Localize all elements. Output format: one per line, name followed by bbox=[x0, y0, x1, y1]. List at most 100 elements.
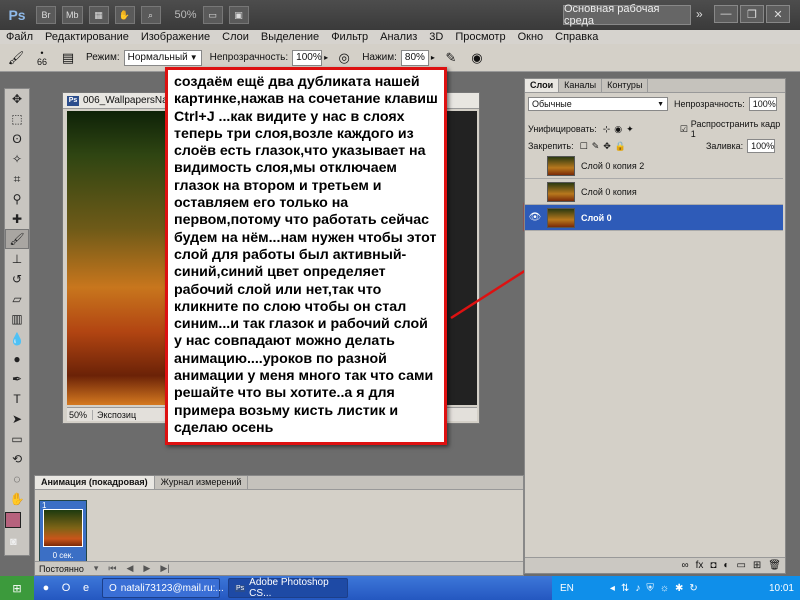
firefox-icon[interactable]: ● bbox=[38, 580, 54, 596]
quick-mask-icon[interactable]: ◙ bbox=[10, 536, 17, 548]
3d-camera-tool-icon[interactable]: ◌ bbox=[5, 469, 29, 489]
layer-row[interactable]: Слой 0 копия bbox=[525, 179, 783, 205]
lock-position-icon[interactable]: ✥ bbox=[603, 141, 611, 152]
foreground-color-swatch[interactable] bbox=[5, 512, 21, 528]
play-icon[interactable]: ▶ bbox=[143, 563, 150, 574]
minimize-button[interactable]: — bbox=[714, 5, 738, 23]
tab-channels[interactable]: Каналы bbox=[559, 79, 603, 92]
new-layer-icon[interactable]: ⊞ bbox=[753, 560, 761, 571]
animation-frame[interactable]: 1 0 сек. bbox=[39, 500, 87, 562]
unify-style-icon[interactable]: ✦ bbox=[626, 124, 634, 135]
adjustment-layer-icon[interactable]: ◐ bbox=[723, 560, 729, 571]
taskbar-task-browser[interactable]: O natali73123@mail.ru:... bbox=[102, 578, 224, 598]
tab-animation[interactable]: Анимация (покадровая) bbox=[35, 476, 155, 489]
menu-window[interactable]: Окно bbox=[512, 30, 550, 44]
lasso-tool-icon[interactable]: ʘ bbox=[5, 129, 29, 149]
view-extras-button[interactable]: ▦ bbox=[88, 6, 109, 24]
maximize-button[interactable]: ❐ bbox=[740, 5, 764, 23]
brush-tool-icon[interactable]: 🖌 bbox=[5, 229, 29, 249]
lock-pixels-icon[interactable]: ✎ bbox=[592, 141, 600, 152]
eyedropper-tool-icon[interactable]: ⚲ bbox=[5, 189, 29, 209]
unify-visibility-icon[interactable]: ◉ bbox=[614, 124, 622, 135]
menu-layers[interactable]: Слои bbox=[216, 30, 255, 44]
tray-shield-icon[interactable]: ⛨ bbox=[646, 583, 654, 594]
bridge-button[interactable]: Br bbox=[36, 6, 56, 24]
quick-select-tool-icon[interactable]: ✧ bbox=[5, 149, 29, 169]
3d-rotate-tool-icon[interactable]: ⟲ bbox=[5, 449, 29, 469]
blend-mode-select[interactable]: Обычные ▼ bbox=[528, 97, 668, 111]
brush-preset-icon[interactable]: 🖌 bbox=[6, 49, 26, 67]
tray-app-icon[interactable]: ☼ bbox=[660, 583, 669, 594]
opacity-field[interactable]: 100% bbox=[292, 49, 323, 66]
pressure-field[interactable]: 80% bbox=[400, 49, 429, 66]
language-indicator[interactable]: EN bbox=[560, 583, 574, 594]
stamp-tool-icon[interactable]: ⊥ bbox=[5, 249, 29, 269]
lock-transparency-icon[interactable]: ☐ bbox=[580, 141, 588, 152]
frame-delay[interactable]: 0 сек. bbox=[40, 551, 86, 560]
menu-help[interactable]: Справка bbox=[549, 30, 604, 44]
menu-3d[interactable]: 3D bbox=[423, 30, 449, 44]
menu-filter[interactable]: Фильтр bbox=[325, 30, 374, 44]
document-zoom[interactable]: 50% bbox=[67, 409, 93, 420]
workspace-button[interactable]: Основная рабочая среда bbox=[563, 3, 691, 27]
shape-tool-icon[interactable]: ▭ bbox=[5, 429, 29, 449]
ie-icon[interactable]: e bbox=[78, 580, 94, 596]
next-frame-icon[interactable]: ▶| bbox=[160, 563, 169, 574]
start-button[interactable]: ⊞ bbox=[0, 576, 34, 600]
brush-panel-icon[interactable]: ▤ bbox=[58, 49, 78, 67]
arrange-documents-button[interactable]: ▭ bbox=[202, 6, 223, 24]
fill-field[interactable]: 100% bbox=[747, 139, 776, 153]
tray-volume-icon[interactable]: ♪ bbox=[635, 583, 640, 594]
tray-antivirus-icon[interactable]: ✱ bbox=[675, 583, 683, 594]
hand-tool-button[interactable]: ✋ bbox=[114, 6, 135, 24]
visibility-toggle-off[interactable] bbox=[527, 158, 543, 174]
screen-mode-button[interactable]: ▣ bbox=[228, 6, 249, 24]
visibility-toggle-off[interactable] bbox=[527, 184, 543, 200]
layer-mask-icon[interactable]: ◘ bbox=[710, 560, 716, 571]
tablet-opacity-icon[interactable]: ◎ bbox=[334, 49, 354, 67]
workspace-menu-icon[interactable]: » bbox=[696, 7, 703, 21]
layer-style-icon[interactable]: fx bbox=[696, 560, 704, 571]
pen-tool-icon[interactable]: ✒ bbox=[5, 369, 29, 389]
healing-tool-icon[interactable]: ✚ bbox=[5, 209, 29, 229]
gradient-tool-icon[interactable]: ▥ bbox=[5, 309, 29, 329]
taskbar-task-photoshop[interactable]: Ps Adobe Photoshop CS... bbox=[228, 577, 348, 599]
layer-opacity-field[interactable]: 100% bbox=[748, 97, 777, 111]
brush-size-picker[interactable]: • 66 bbox=[32, 48, 52, 67]
menu-view[interactable]: Просмотр bbox=[449, 30, 511, 44]
tab-measurement-log[interactable]: Журнал измерений bbox=[155, 476, 249, 489]
trash-icon[interactable]: 🗑 bbox=[768, 560, 781, 571]
tray-arrow-icon[interactable]: ◂ bbox=[610, 583, 615, 594]
eraser-tool-icon[interactable]: ▱ bbox=[5, 289, 29, 309]
first-frame-icon[interactable]: ⏮ bbox=[108, 563, 116, 574]
close-button[interactable]: ✕ bbox=[766, 5, 790, 23]
tab-paths[interactable]: Контуры bbox=[602, 79, 649, 92]
chevron-right-icon[interactable]: ▸ bbox=[324, 53, 328, 62]
tray-update-icon[interactable]: ↻ bbox=[689, 583, 697, 594]
zoom-tool-button[interactable]: ⌕ bbox=[140, 6, 161, 24]
tray-network-icon[interactable]: ⇅ bbox=[621, 583, 629, 594]
move-tool-icon[interactable]: ✥ bbox=[5, 89, 29, 109]
opera-icon[interactable]: O bbox=[58, 580, 74, 596]
prev-frame-icon[interactable]: ◀ bbox=[126, 563, 133, 574]
new-group-icon[interactable]: ▭ bbox=[736, 560, 745, 571]
dodge-tool-icon[interactable]: ● bbox=[5, 349, 29, 369]
chevron-down-icon[interactable]: ▾ bbox=[94, 563, 99, 574]
layer-row-selected[interactable]: 👁 Слой 0 bbox=[525, 205, 783, 231]
mini-bridge-button[interactable]: Mb bbox=[62, 6, 83, 24]
menu-select[interactable]: Выделение bbox=[255, 30, 325, 44]
marquee-tool-icon[interactable]: ⬚ bbox=[5, 109, 29, 129]
layer-row[interactable]: Слой 0 копия 2 bbox=[525, 153, 783, 179]
history-brush-tool-icon[interactable]: ↺ bbox=[5, 269, 29, 289]
blur-tool-icon[interactable]: 💧 bbox=[5, 329, 29, 349]
link-layers-icon[interactable]: ∞ bbox=[681, 560, 688, 571]
menu-file[interactable]: Файл bbox=[0, 30, 39, 44]
eye-icon[interactable]: 👁 bbox=[527, 210, 543, 226]
tablet-size-icon[interactable]: ◉ bbox=[467, 49, 487, 67]
propagate-checkbox[interactable]: ☑ bbox=[680, 124, 688, 135]
crop-tool-icon[interactable]: ⌗ bbox=[5, 169, 29, 189]
path-select-tool-icon[interactable]: ➤ bbox=[5, 409, 29, 429]
zoom-level[interactable]: 50% bbox=[175, 9, 197, 21]
hand-tool-icon[interactable]: ✋ bbox=[5, 489, 29, 509]
airbrush-icon[interactable]: ✎ bbox=[441, 49, 461, 67]
